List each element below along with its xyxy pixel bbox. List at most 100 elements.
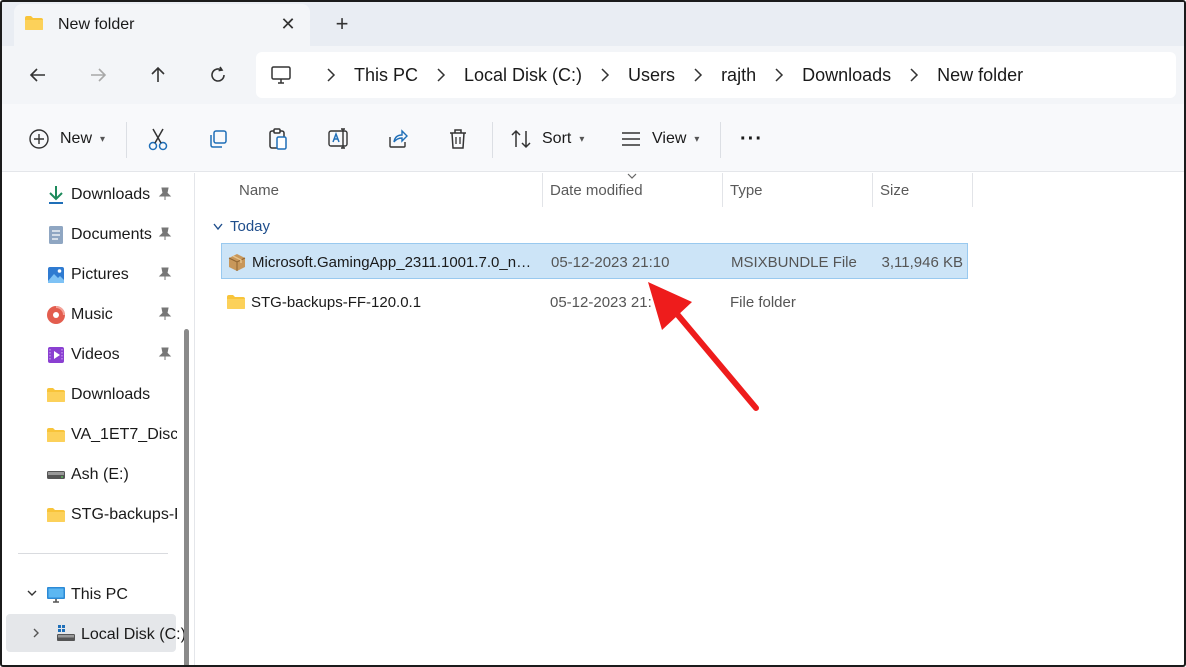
share-icon <box>389 129 408 148</box>
sort-button[interactable]: Sort ▾ <box>510 124 584 154</box>
copy-icon <box>210 130 227 148</box>
chevron-right-icon[interactable] <box>30 627 42 639</box>
column-separator[interactable] <box>872 173 873 207</box>
column-separator[interactable] <box>722 173 723 207</box>
delete-button[interactable] <box>447 124 469 154</box>
document-icon <box>46 225 66 245</box>
column-separator[interactable] <box>972 173 973 207</box>
toolbar-divider <box>720 122 721 158</box>
chevron-right-icon <box>693 68 703 82</box>
rename-button[interactable] <box>327 124 351 154</box>
sidebar-item-label: Local Disk (C:) <box>81 626 186 643</box>
pictures-icon <box>46 265 66 285</box>
group-label: Today <box>230 218 271 235</box>
sidebar-item-label: VA_1ET7_Disc1 <box>71 426 177 443</box>
sidebar-item-local-disk[interactable]: Local Disk (C:) <box>6 614 186 652</box>
rename-icon <box>328 128 348 149</box>
sidebar-item-documents[interactable]: Documents <box>2 216 178 252</box>
chevron-down-icon[interactable] <box>26 587 38 599</box>
share-button[interactable] <box>387 124 409 154</box>
new-tab-button[interactable]: + <box>330 13 354 37</box>
column-header-date[interactable]: Date modified <box>550 182 643 199</box>
breadcrumb-local-disk[interactable]: Local Disk (C:) <box>464 65 582 86</box>
address-bar[interactable]: This PC Local Disk (C:) Users rajth Down… <box>256 52 1176 98</box>
sidebar-item-downloads-quick[interactable]: Downloads <box>2 176 178 212</box>
sidebar-item-label: STG-backups-FF <box>71 506 177 523</box>
folder-icon <box>46 425 66 445</box>
paste-button[interactable] <box>267 124 289 154</box>
navigation-pane: Downloads Documents Pictures Music Video… <box>2 173 190 665</box>
chevron-right-icon <box>600 68 610 82</box>
copy-button[interactable] <box>207 124 229 154</box>
package-icon <box>228 254 246 271</box>
pin-icon[interactable] <box>158 347 172 361</box>
group-header-today[interactable]: Today <box>212 218 270 235</box>
sidebar-item-label: This PC <box>71 586 128 603</box>
pin-icon[interactable] <box>158 307 172 321</box>
sort-label: Sort <box>542 130 572 147</box>
breadcrumb-downloads[interactable]: Downloads <box>802 65 891 86</box>
column-header-name[interactable]: Name <box>239 182 279 199</box>
sidebar-item-this-pc[interactable]: This PC <box>2 576 178 612</box>
videos-icon <box>46 345 66 365</box>
chevron-right-icon <box>326 68 336 82</box>
back-button[interactable] <box>22 60 54 90</box>
breadcrumb-this-pc[interactable]: This PC <box>354 65 418 86</box>
computer-icon <box>46 585 66 605</box>
windows-drive-icon <box>56 623 76 643</box>
sort-icon <box>511 129 531 149</box>
pane-divider[interactable] <box>194 173 195 665</box>
sidebar-item-videos[interactable]: Videos <box>2 336 178 372</box>
command-bar: New ▾ Sort ▾ View ▾ ··· <box>2 104 1184 172</box>
chevron-down-icon: ▾ <box>579 133 585 145</box>
back-arrow-icon <box>29 68 45 82</box>
annotation-arrow-icon <box>648 282 759 411</box>
pin-icon[interactable] <box>158 267 172 281</box>
chevron-right-icon <box>909 68 919 82</box>
column-header-type[interactable]: Type <box>730 182 763 199</box>
nav-pane-scrollbar[interactable] <box>184 329 189 665</box>
clipboard-icon <box>269 128 287 150</box>
up-button[interactable] <box>142 60 174 90</box>
file-name: STG-backups-FF-120.0.1 <box>251 294 422 311</box>
breadcrumb-new-folder[interactable]: New folder <box>937 65 1023 86</box>
more-options-button[interactable]: ··· <box>740 124 763 154</box>
forward-button[interactable] <box>82 60 114 90</box>
toolbar-divider <box>492 122 493 158</box>
refresh-icon <box>211 66 225 82</box>
file-name: Microsoft.GamingApp_2311.1001.7.0_neu... <box>252 254 536 271</box>
forward-arrow-icon <box>91 68 107 82</box>
view-label: View <box>652 130 687 147</box>
column-separator[interactable] <box>542 173 543 207</box>
toolbar-divider <box>126 122 127 158</box>
tab-new-folder[interactable]: New folder ✕ <box>14 4 310 46</box>
monitor-icon <box>270 65 292 85</box>
column-header-size[interactable]: Size <box>880 182 909 199</box>
sidebar-item-label: Music <box>71 306 113 323</box>
sidebar-item-music[interactable]: Music <box>2 296 178 332</box>
file-row[interactable]: STG-backups-FF-120.0.1 05-12-2023 21: Fi… <box>221 284 968 320</box>
sidebar-item-va-disc[interactable]: VA_1ET7_Disc1 <box>2 416 178 452</box>
file-row[interactable]: Microsoft.GamingApp_2311.1001.7.0_neu...… <box>221 243 968 279</box>
sidebar-item-pictures[interactable]: Pictures <box>2 256 178 292</box>
close-tab-icon[interactable]: ✕ <box>278 14 298 34</box>
refresh-button[interactable] <box>202 60 234 90</box>
sidebar-item-label: Ash (E:) <box>71 466 129 483</box>
sidebar-item-stg-backups[interactable]: STG-backups-FF <box>2 496 178 532</box>
sidebar-item-label: Downloads <box>71 386 151 403</box>
new-button[interactable]: New ▾ <box>28 124 105 154</box>
sidebar-item-label: Pictures <box>71 266 129 283</box>
folder-icon <box>46 385 66 405</box>
pin-icon[interactable] <box>158 227 172 241</box>
chevron-right-icon <box>774 68 784 82</box>
sidebar-item-downloads-folder[interactable]: Downloads <box>2 376 178 412</box>
plus-circle-icon <box>29 129 49 149</box>
breadcrumb-users[interactable]: Users <box>628 65 675 86</box>
breadcrumb-rajth[interactable]: rajth <box>721 65 756 86</box>
view-button[interactable]: View ▾ <box>620 124 699 154</box>
cut-button[interactable] <box>147 124 169 154</box>
sidebar-item-ash-drive[interactable]: Ash (E:) <box>2 456 178 492</box>
pin-icon[interactable] <box>158 187 172 201</box>
folder-icon <box>227 295 245 309</box>
file-explorer-window: New folder ✕ + This PC Local Disk (C:) U… <box>0 0 1186 667</box>
